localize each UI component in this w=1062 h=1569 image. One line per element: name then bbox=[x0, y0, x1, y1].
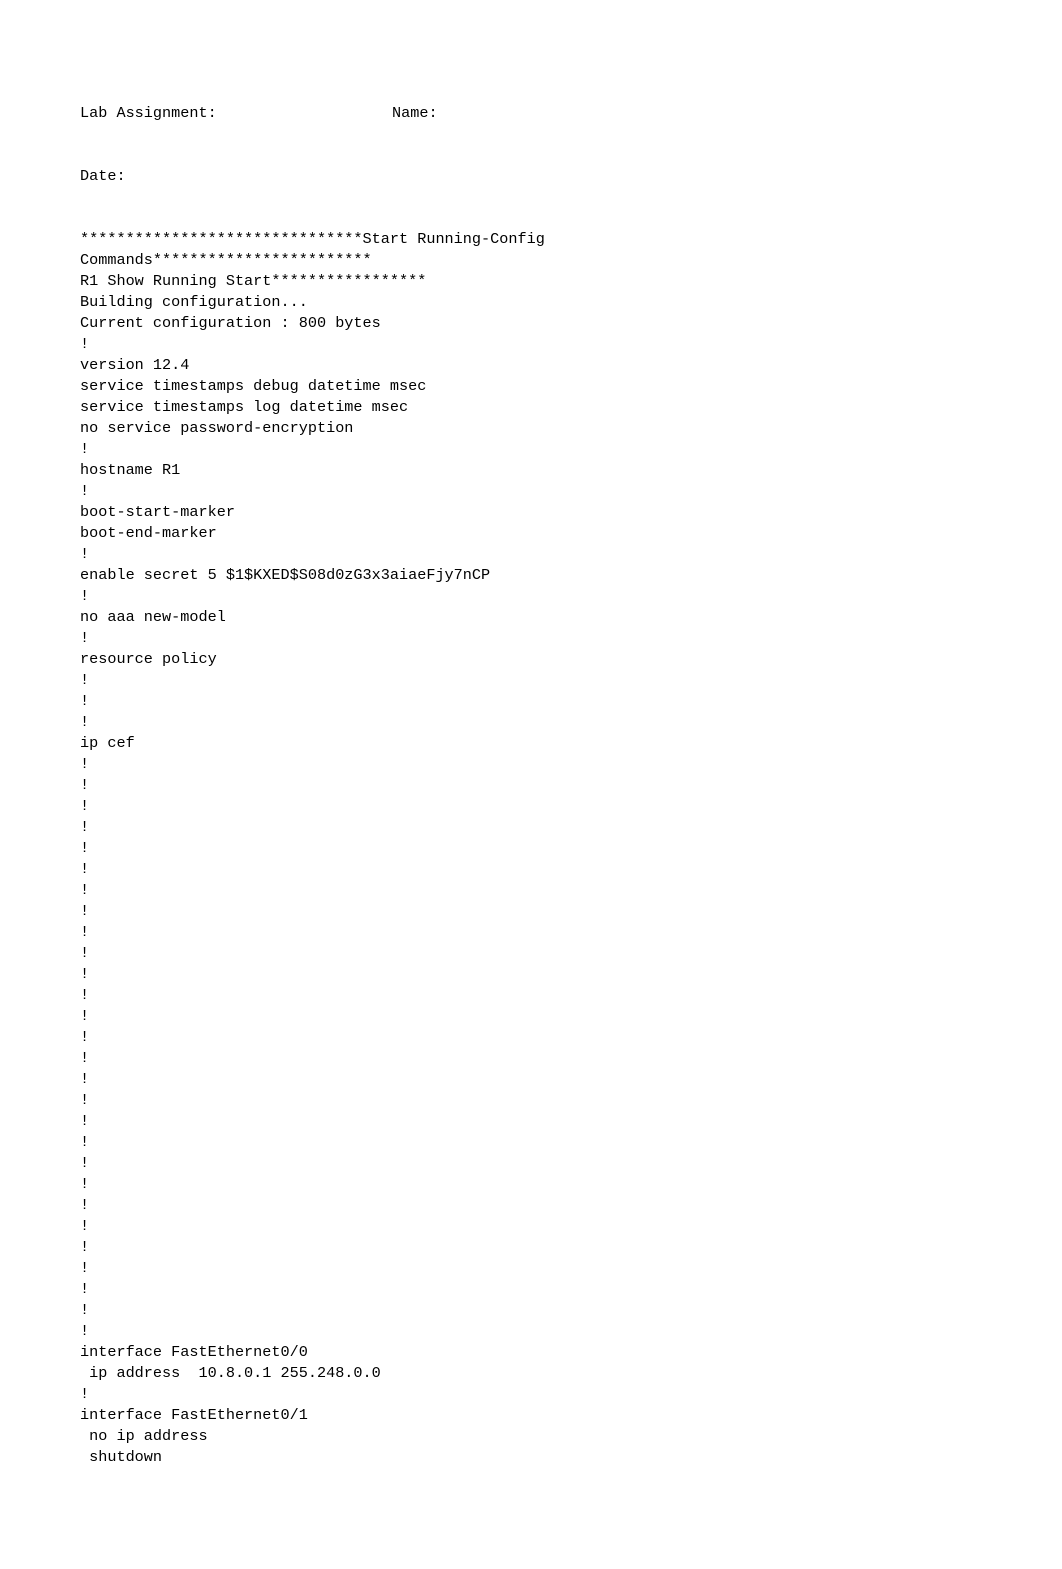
header-line-1: Lab Assignment:Name: bbox=[80, 103, 982, 124]
document-page: Lab Assignment:Name: Date: *************… bbox=[0, 0, 1062, 1569]
lab-assignment-label: Lab Assignment: bbox=[80, 103, 392, 124]
date-label: Date: bbox=[80, 167, 126, 185]
name-label: Name: bbox=[392, 103, 438, 124]
running-config-block: *******************************Start Run… bbox=[80, 208, 982, 1468]
